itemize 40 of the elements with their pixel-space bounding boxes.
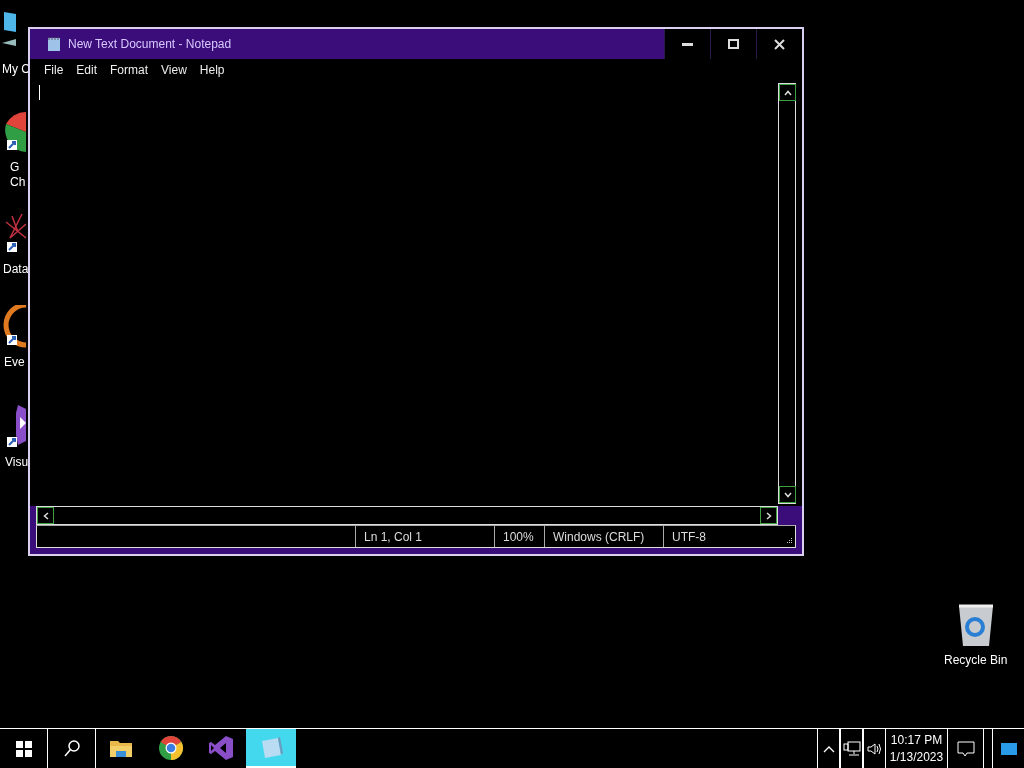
- horizontal-scrollbar[interactable]: [36, 506, 778, 525]
- volume-button[interactable]: [863, 729, 886, 768]
- menu-item[interactable]: View: [161, 63, 187, 77]
- chrome-icon[interactable]: [2, 110, 26, 154]
- vertical-scrollbar[interactable]: [778, 83, 796, 504]
- desktop-icon: [1000, 742, 1017, 755]
- scroll-down-icon[interactable]: [783, 491, 792, 498]
- scroll-right-icon[interactable]: [765, 511, 772, 520]
- search-icon: [63, 739, 80, 758]
- windows-logo-icon: [15, 740, 32, 757]
- minimize-icon: [682, 42, 693, 46]
- window-title: New Text Document - Notepad: [68, 37, 232, 51]
- show-hidden-icons-button[interactable]: [817, 729, 840, 768]
- scroll-up-icon[interactable]: [783, 89, 792, 96]
- menu-item[interactable]: Help: [199, 63, 225, 77]
- icon-label: Visu: [4, 455, 29, 470]
- menu-item[interactable]: Edit: [76, 63, 98, 77]
- status-text: UTF-8: [671, 528, 707, 546]
- icon-label: Eve: [3, 355, 25, 370]
- status-text: Ln 1, Col 1: [356, 526, 495, 547]
- menu-item[interactable]: File: [44, 63, 64, 77]
- icon-label: Ch: [9, 175, 26, 190]
- menu-item[interactable]: Format: [110, 63, 149, 77]
- icon-label: G: [9, 160, 20, 175]
- close-icon: [774, 38, 785, 50]
- scroll-left-icon[interactable]: [42, 511, 49, 520]
- chrome-icon: [158, 734, 184, 761]
- notepad-icon: [46, 36, 62, 52]
- visual-studio-icon: [208, 734, 234, 761]
- message-icon: [956, 740, 975, 757]
- chevron-up-icon: [822, 744, 835, 753]
- network-icon: [842, 740, 861, 757]
- icon-label: Data: [2, 262, 29, 277]
- speaker-icon: [866, 741, 883, 756]
- resize-grip-icon[interactable]: [785, 537, 793, 545]
- status-text: Windows (CRLF): [545, 526, 664, 547]
- maximize-icon: [728, 39, 739, 49]
- network-button[interactable]: [840, 729, 863, 768]
- status-text: 100%: [495, 526, 545, 547]
- icon-label: Recycle Bin: [944, 653, 1008, 667]
